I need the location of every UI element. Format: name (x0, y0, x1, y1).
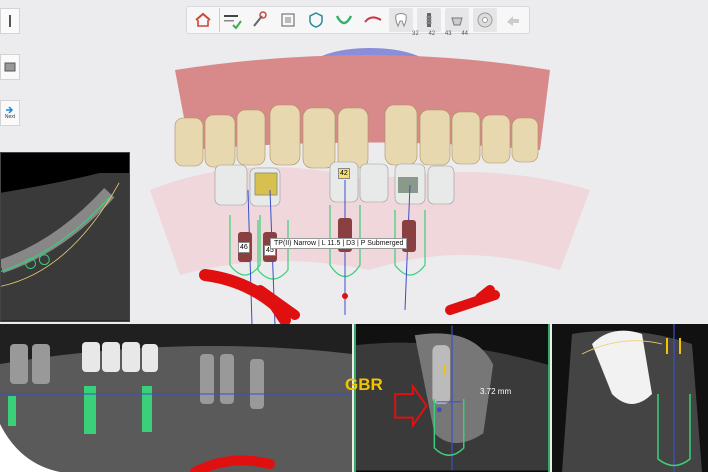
ct-icon (281, 13, 295, 27)
share-button[interactable] (501, 8, 525, 32)
implant-button[interactable] (416, 8, 441, 32)
implant-tag-42[interactable]: 42 (338, 168, 350, 179)
ct-button[interactable] (276, 8, 300, 32)
cross-section-panel-1[interactable] (354, 324, 550, 472)
home-icon (195, 12, 211, 27)
curve-button[interactable] (360, 8, 384, 32)
cross-section-panel-2[interactable] (552, 324, 708, 472)
pano-crowns (82, 342, 158, 372)
implant-small-button[interactable] (0, 8, 20, 34)
shield-icon (309, 12, 324, 28)
tools-button[interactable] (248, 8, 272, 32)
implant-small-icon (9, 15, 11, 27)
home-button[interactable] (191, 8, 215, 32)
shield-button[interactable] (304, 8, 328, 32)
panoramic-panel[interactable] (0, 324, 352, 472)
tools-icon (253, 11, 267, 27)
drill-point (342, 293, 348, 299)
nerve-canal (445, 285, 500, 315)
guide-icon (477, 12, 493, 28)
tooth-button[interactable] (388, 8, 413, 32)
checklist-button[interactable] (219, 8, 244, 32)
share-icon (506, 16, 519, 26)
arch-icon (336, 15, 353, 25)
tooth-icon (394, 13, 407, 28)
next-label: Next (4, 114, 16, 120)
axial-ct-panel[interactable] (0, 152, 130, 322)
sleeve-button[interactable] (0, 54, 20, 80)
main-toolbar (186, 6, 530, 34)
implant-icon (425, 13, 432, 27)
guide-button[interactable] (472, 8, 497, 32)
sleeve-icon (4, 62, 16, 72)
implant-tag-46[interactable]: 46 (238, 242, 250, 253)
checklist-icon (224, 15, 242, 30)
abutment-icon (451, 17, 463, 26)
crown-marker (398, 177, 418, 193)
gbr-label: GBR (345, 375, 383, 394)
curve-icon (363, 16, 382, 23)
crown-marker (254, 172, 278, 196)
left-tool-strip: Next (0, 8, 20, 136)
abutment-button[interactable] (444, 8, 469, 32)
distance-measurement: 3.72 mm (480, 387, 512, 396)
next-button[interactable]: Next (0, 100, 20, 126)
3d-model-viewport[interactable] (130, 40, 610, 325)
implant-info-label: TP(II) Narrow | L 11.5 | D3 | P Submerge… (270, 238, 408, 249)
arch-button[interactable] (332, 8, 356, 32)
next-icon (6, 106, 14, 114)
